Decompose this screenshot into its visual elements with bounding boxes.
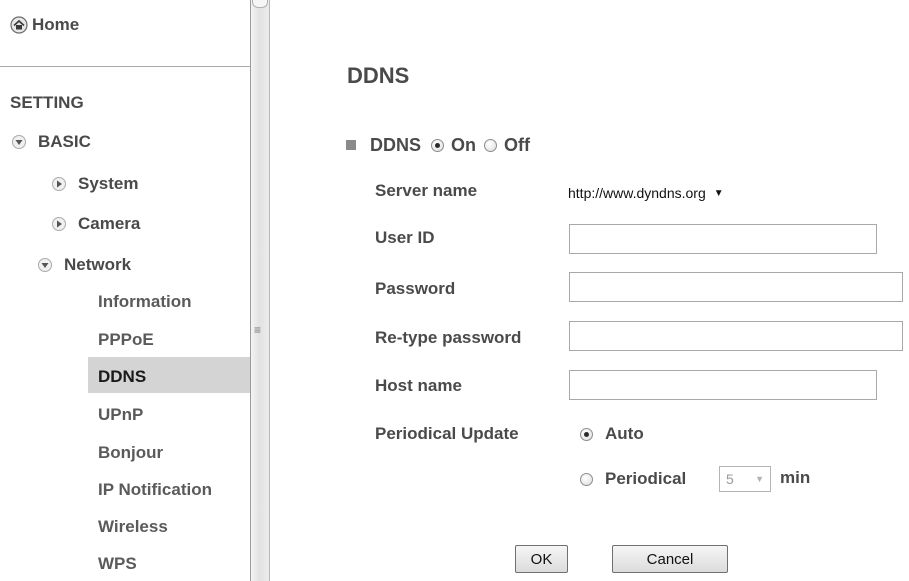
sub-wireless[interactable]: Wireless [98,517,168,537]
page-title: DDNS [347,63,410,88]
sub-information[interactable]: Information [98,292,192,312]
arrow-right-icon [52,217,66,231]
sub-wps[interactable]: WPS [98,554,137,574]
auto-radio[interactable] [580,427,593,441]
interval-select[interactable]: 5 ▼ [719,466,771,492]
sidebar: Home SETTING BASIC System Camera Network… [0,0,250,581]
menu-camera[interactable]: Camera [52,206,140,242]
splitter-grip-icon[interactable]: ≡ [254,324,264,336]
auto-option-row: Auto [580,422,644,446]
ddns-off-label: Off [504,134,531,155]
sub-upnp[interactable]: UPnP [98,405,143,425]
periodical-option-row: Periodical [580,467,686,491]
ddns-off-radio[interactable] [484,138,498,152]
ddns-on-radio[interactable] [431,138,445,152]
menu-system[interactable]: System [52,166,138,202]
server-name-label: Server name [375,181,478,200]
menu-system-label: System [78,174,139,193]
frame-splitter[interactable] [250,0,270,581]
server-name-value: http://www.dyndns.org [568,185,706,201]
password-field[interactable] [569,272,903,302]
arrow-down-icon [12,135,26,149]
ddns-on-label: On [451,134,477,155]
host-name-field[interactable] [569,370,877,400]
ddns-label: DDNS [370,134,422,155]
sub-bonjour[interactable]: Bonjour [98,443,163,463]
chevron-down-icon: ▼ [755,474,764,484]
host-name-label: Host name [375,376,462,395]
splitter-cap [252,0,268,8]
arrow-right-icon [52,177,66,191]
menu-basic[interactable]: BASIC [12,124,91,160]
bullet-icon [346,140,356,150]
server-name-select[interactable]: http://www.dyndns.org ▼ [568,178,794,208]
password-label: Password [375,279,456,298]
sub-ddns[interactable]: DDNS [98,367,146,387]
sub-pppoe[interactable]: PPPoE [98,330,154,350]
retype-password-label: Re-type password [375,328,522,347]
menu-camera-label: Camera [78,214,141,233]
menu-basic-label: BASIC [38,132,91,151]
ok-button[interactable]: OK [515,545,568,573]
ddns-toggle-row: DDNS On Off [346,133,530,157]
retype-password-field[interactable] [569,321,903,351]
user-id-label: User ID [375,228,435,247]
interval-unit-label: min [780,468,811,487]
interval-value: 5 [726,471,734,487]
menu-network-label: Network [64,255,132,274]
home-link[interactable]: Home [10,12,79,38]
divider [0,66,250,67]
chevron-down-icon: ▼ [713,187,724,199]
user-id-field[interactable] [569,224,877,254]
home-label: Home [32,15,80,34]
periodical-label: Periodical [605,469,687,488]
cancel-button[interactable]: Cancel [612,545,728,573]
section-setting: SETTING [10,93,84,112]
periodical-radio[interactable] [580,472,593,486]
menu-network[interactable]: Network [38,247,131,283]
home-icon [10,16,28,34]
sub-ip-notification[interactable]: IP Notification [98,480,212,500]
periodical-update-label: Periodical Update [375,424,519,443]
auto-label: Auto [605,424,644,443]
arrow-down-icon [38,258,52,272]
